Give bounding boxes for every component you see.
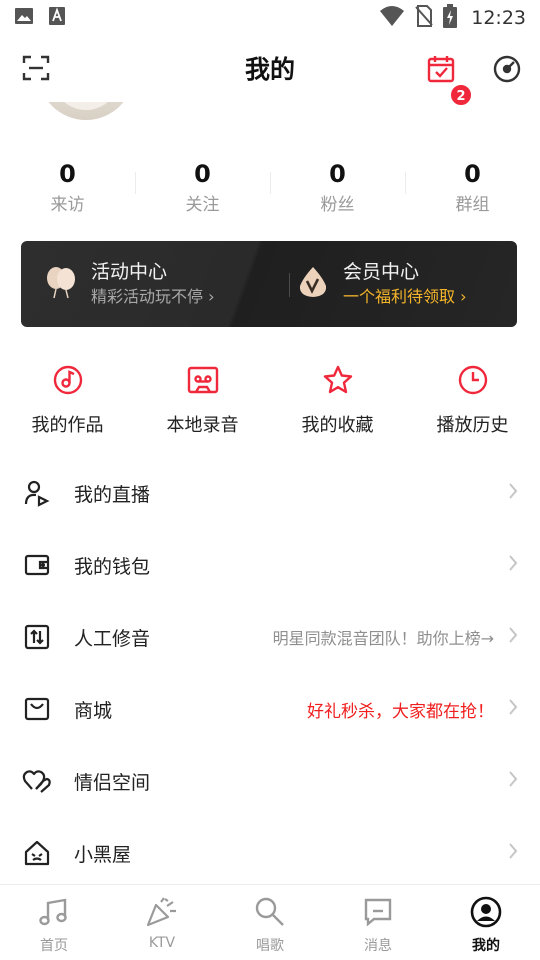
shortcut-label: 我的收藏 (301, 415, 374, 436)
menu-item-blacklist-room[interactable]: 小黑屋 (0, 817, 540, 889)
tab-label: 消息 (364, 938, 392, 954)
stat-value: 0 (329, 160, 346, 188)
profile-stats: 0 来访 0 关注 0 粉丝 0 群组 (0, 160, 540, 216)
wifi-icon (379, 5, 405, 31)
settings-dial-icon[interactable] (492, 54, 522, 88)
chevron-right-icon (508, 482, 518, 504)
stat-visitors[interactable]: 0 来访 (0, 160, 135, 216)
gallery-notification-icon (14, 6, 34, 30)
stat-fans[interactable]: 0 粉丝 (270, 160, 405, 216)
tab-label: KTV (148, 935, 176, 951)
balloons-icon (43, 264, 79, 304)
shopping-bag-icon (22, 694, 52, 724)
page-title: 我的 (244, 55, 295, 84)
party-popper-icon (108, 895, 216, 929)
battery-charging-icon (443, 4, 458, 32)
chevron-right-icon (508, 698, 518, 720)
promo-banner: 活动中心 精彩活动玩不停 › 会员中心 一个福利待领取 › (21, 241, 517, 327)
menu-item-label: 商城 (74, 699, 113, 722)
chevron-right-icon (508, 770, 518, 792)
stat-value: 0 (194, 160, 211, 188)
chevron-right-icon (508, 626, 518, 648)
stat-label: 粉丝 (320, 195, 355, 215)
activity-center-title: 活动中心 (91, 261, 168, 283)
music-note-icon (0, 895, 108, 929)
menu-item-hint: 明星同款混音团队！助你上榜→ (272, 629, 494, 648)
menu-list: 我的直播 我的钱包 人工修音 明星同款混音团队！助你上榜→ 商城 好礼秒杀，大家… (0, 457, 540, 889)
shortcut-play-history[interactable]: 播放历史 (405, 360, 540, 440)
tab-ktv[interactable]: KTV (108, 885, 216, 960)
tab-home[interactable]: 首页 (0, 885, 108, 960)
couple-hearts-icon (22, 766, 52, 796)
shortcut-label: 我的作品 (31, 415, 104, 436)
tab-label: 首页 (40, 938, 68, 954)
vip-center-title: 会员中心 (343, 261, 420, 283)
stat-following[interactable]: 0 关注 (135, 160, 270, 216)
star-icon (270, 360, 405, 400)
tab-me[interactable]: 我的 (432, 885, 540, 960)
house-icon (22, 838, 52, 868)
top-header: 我的 2 (0, 36, 540, 107)
menu-item-label: 情侣空间 (74, 771, 151, 794)
menu-item-my-wallet[interactable]: 我的钱包 (0, 529, 540, 601)
disc-icon (0, 360, 135, 400)
wallet-icon (22, 550, 52, 580)
shortcut-label: 本地录音 (166, 415, 239, 436)
menu-item-label: 我的直播 (74, 483, 151, 506)
stat-label: 群组 (455, 195, 490, 215)
stat-label: 关注 (185, 195, 220, 215)
stat-value: 0 (59, 160, 76, 188)
vip-center-subtitle: 一个福利待领取 › (343, 287, 467, 306)
menu-item-manual-tuning[interactable]: 人工修音 明星同款混音团队！助你上榜→ (0, 601, 540, 673)
stat-value: 0 (464, 160, 481, 188)
activity-center-subtitle: 精彩活动玩不停 › (91, 287, 215, 306)
clock-icon (405, 360, 540, 400)
shortcut-row: 我的作品 本地录音 我的收藏 播放历史 (0, 360, 540, 440)
bottom-tab-bar: 首页 KTV 唱歌 消息 我的 (0, 884, 540, 960)
no-sim-icon (415, 5, 433, 31)
menu-item-mall[interactable]: 商城 好礼秒杀，大家都在抢！ (0, 673, 540, 745)
activity-center-card[interactable]: 活动中心 精彩活动玩不停 › (21, 241, 269, 327)
tab-label: 我的 (472, 938, 500, 954)
status-bar: 12:23 (0, 0, 540, 36)
status-time: 12:23 (471, 7, 526, 29)
tab-messages[interactable]: 消息 (324, 885, 432, 960)
calendar-checkin-icon[interactable] (426, 54, 456, 88)
shortcut-label: 播放历史 (436, 415, 509, 436)
message-icon (324, 895, 432, 929)
menu-item-my-live[interactable]: 我的直播 (0, 457, 540, 529)
tab-sing[interactable]: 唱歌 (216, 885, 324, 960)
menu-item-label: 我的钱包 (74, 555, 151, 578)
tuning-icon (22, 622, 52, 652)
shortcut-my-favorites[interactable]: 我的收藏 (270, 360, 405, 440)
microphone-icon (216, 895, 324, 929)
stat-label: 来访 (50, 195, 85, 215)
tab-label: 唱歌 (256, 938, 284, 954)
stat-groups[interactable]: 0 群组 (405, 160, 540, 216)
menu-item-label: 人工修音 (74, 627, 151, 650)
cassette-icon (135, 360, 270, 400)
live-user-icon (22, 478, 52, 508)
profile-icon (432, 895, 540, 929)
vip-badge-icon (295, 264, 331, 304)
chevron-right-icon (508, 554, 518, 576)
font-notification-icon (48, 6, 66, 30)
shortcut-local-recording[interactable]: 本地录音 (135, 360, 270, 440)
menu-item-couple-space[interactable]: 情侣空间 (0, 745, 540, 817)
chevron-right-icon (508, 842, 518, 864)
shortcut-my-works[interactable]: 我的作品 (0, 360, 135, 440)
notification-badge: 2 (449, 83, 473, 107)
menu-item-label: 小黑屋 (74, 843, 132, 866)
vip-center-card[interactable]: 会员中心 一个福利待领取 › (281, 241, 517, 327)
menu-item-promo-hint: 好礼秒杀，大家都在抢！ (307, 701, 494, 722)
